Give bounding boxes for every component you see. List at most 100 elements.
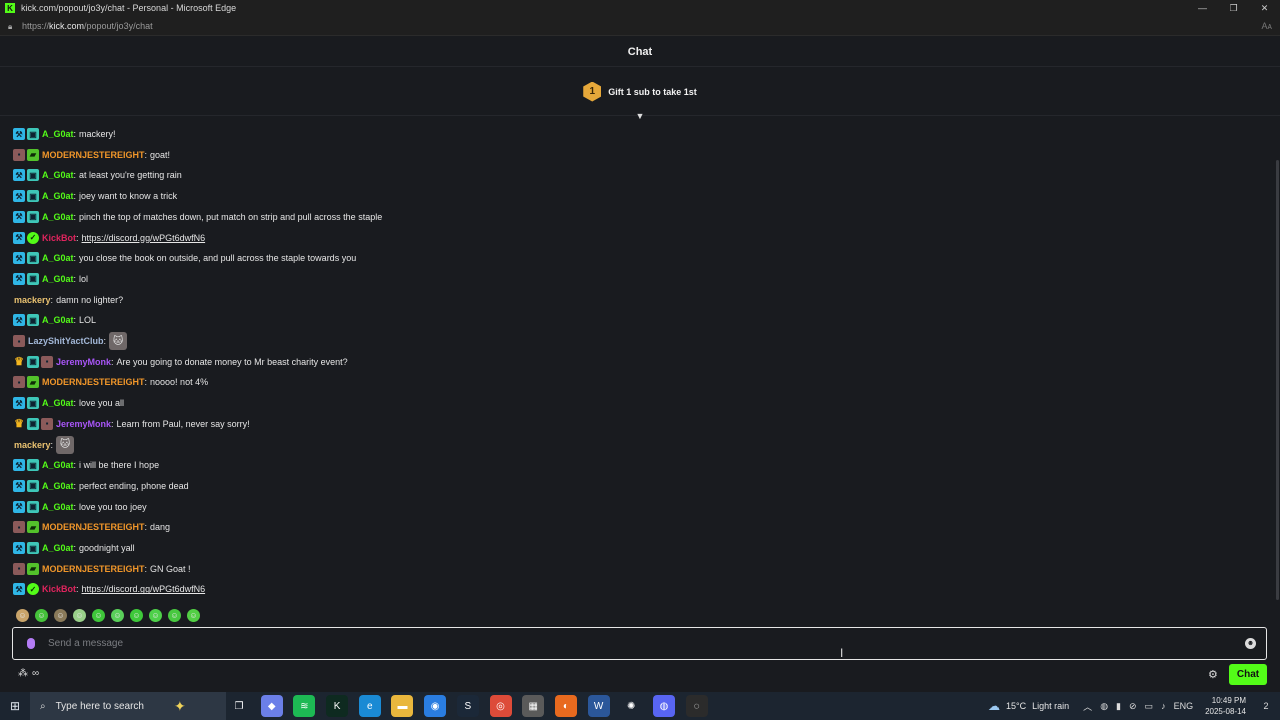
chat-username[interactable]: KickBot xyxy=(42,233,76,243)
chat-username[interactable]: mackery xyxy=(14,440,51,450)
subscriber-badge-icon[interactable]: ▣ xyxy=(27,542,39,554)
chat-username[interactable]: A_G0at xyxy=(42,274,74,284)
minimize-icon[interactable]: — xyxy=(1187,0,1218,16)
taskbar-clock[interactable]: 10:49 PM 2025-08-14 xyxy=(1205,695,1246,717)
chat-username[interactable]: MODERNJESTEREIGHT xyxy=(42,150,145,160)
chat-message[interactable]: ⚒ ▣ A_G0at: perfect ending, phone dead xyxy=(13,477,189,495)
gift-sub-banner[interactable]: 1 Gift 1 sub to take 1st xyxy=(0,68,1280,116)
emote-1-icon[interactable]: ☺ xyxy=(16,609,29,622)
chat-message[interactable]: ▪ LazyShitYactClub: 🐱︎ xyxy=(13,332,128,350)
chat-username[interactable]: A_G0at xyxy=(42,502,74,512)
moderator-badge-icon[interactable]: ⚒ xyxy=(13,169,25,182)
moderator-badge-icon[interactable]: ⚒ xyxy=(13,397,25,410)
message-input[interactable] xyxy=(48,634,1208,653)
moderator-badge-icon[interactable]: ⚒ xyxy=(13,190,25,203)
chat-message[interactable]: ⚒ ✓ KickBot: https://discord.gg/wPGt6dwfN6 xyxy=(13,229,205,247)
chat-username[interactable]: MODERNJESTEREIGHT xyxy=(42,522,145,532)
chat-message[interactable]: ▪ ▰ MODERNJESTEREIGHT: GN Goat ! xyxy=(13,560,191,578)
word-icon[interactable]: W xyxy=(587,695,610,717)
verified-badge-icon[interactable]: ✓ xyxy=(27,583,39,596)
chat-username[interactable]: A_G0at xyxy=(42,543,74,553)
chat-username[interactable]: MODERNJESTEREIGHT xyxy=(42,377,145,387)
chat-message[interactable]: ▪ ▰ MODERNJESTEREIGHT: noooo! not 4% xyxy=(13,373,208,391)
chat-message-link[interactable]: https://discord.gg/wPGt6dwfN6 xyxy=(82,584,206,594)
chat-username[interactable]: JeremyMonk xyxy=(56,357,111,367)
chat-username[interactable]: A_G0at xyxy=(42,460,74,470)
subscriber-badge-icon[interactable]: ▣ xyxy=(27,479,39,492)
chat-message[interactable]: ♛ ▣ ▪ JeremyMonk: Learn from Paul, never say… xyxy=(13,415,250,433)
weather-widget[interactable]: ☁ 15°C Light rain xyxy=(988,699,1069,713)
chat-username[interactable]: KickBot xyxy=(42,584,76,594)
chat-message[interactable]: ⚒ ▣ A_G0at: LOL xyxy=(13,311,96,329)
chat-message[interactable]: mackery: 🐱︎ xyxy=(13,435,75,454)
moderator-badge-icon[interactable]: ⚒ xyxy=(13,272,25,285)
chat-message[interactable]: mackery: damn no lighter? xyxy=(13,291,123,309)
subscriber-badge-icon[interactable]: ▣ xyxy=(27,190,39,203)
task-view-icon[interactable]: ❐ xyxy=(228,695,250,717)
green-badge-icon[interactable]: ▰ xyxy=(27,376,39,389)
chat-username[interactable]: JeremyMonk xyxy=(56,419,111,429)
moderator-badge-icon[interactable]: ⚒ xyxy=(13,583,25,596)
tray-network-off-icon[interactable]: ⊘ xyxy=(1129,701,1137,712)
volume-icon[interactable]: ♪ xyxy=(1161,701,1166,711)
settings-gear-icon[interactable]: ⚙ xyxy=(1208,668,1218,681)
emoji-picker-icon[interactable]: ☻ xyxy=(1245,638,1256,649)
edge-icon[interactable]: e xyxy=(358,695,381,717)
subscriber-badge-icon[interactable]: ▣ xyxy=(27,397,39,410)
infinity-icon[interactable]: ∞ xyxy=(32,668,39,679)
emote-4-icon[interactable]: ☺ xyxy=(73,609,86,622)
cat-emote-icon[interactable]: 🐱︎ xyxy=(109,332,128,350)
chevron-up-icon[interactable]: ︿ xyxy=(1083,700,1092,713)
chat-message[interactable]: ⚒ ▣ A_G0at: you close the book on outside, … xyxy=(13,249,356,267)
emote-7-icon[interactable]: ☺ xyxy=(130,609,143,622)
file-explorer-icon[interactable]: ▬ xyxy=(391,695,414,717)
cat-emote-icon[interactable]: 🐱︎ xyxy=(56,435,75,454)
chat-username[interactable]: A_G0at xyxy=(42,398,74,408)
tray-display-icon[interactable]: ▭ xyxy=(1145,701,1154,712)
steam-icon[interactable]: S xyxy=(456,695,479,717)
emote-8-icon[interactable]: ☺ xyxy=(149,609,162,622)
moderator-badge-icon[interactable]: ⚒ xyxy=(13,479,25,492)
crown-badge-icon[interactable]: ♛ xyxy=(13,418,25,430)
chat-message[interactable]: ▪ ▰ MODERNJESTEREIGHT: goat! xyxy=(13,146,170,164)
moderator-badge-icon[interactable]: ⚒ xyxy=(13,459,25,472)
subscriber-badge-icon[interactable]: ▣ xyxy=(27,210,39,223)
moderator-badge-icon[interactable]: ⚒ xyxy=(13,542,25,554)
microphone-icon[interactable] xyxy=(27,638,35,649)
chat-username[interactable]: A_G0at xyxy=(42,170,74,180)
message-input-box[interactable]: ☻ xyxy=(12,627,1267,660)
og-badge-icon[interactable]: ▪ xyxy=(41,417,53,430)
pinned-toggle-icon[interactable]: ▼ xyxy=(634,111,646,121)
moderator-badge-icon[interactable]: ⚒ xyxy=(13,128,25,140)
chat-scrollbar[interactable] xyxy=(1276,160,1279,600)
language-indicator[interactable]: ENG xyxy=(1174,701,1194,711)
subscriber-badge-icon[interactable]: ▣ xyxy=(27,417,39,430)
windows-start-icon[interactable]: ⊞ xyxy=(0,692,30,720)
subscriber-badge-icon[interactable]: ▣ xyxy=(27,314,39,327)
chat-username[interactable]: A_G0at xyxy=(42,212,74,222)
address-bar[interactable]: 🔒︎ https://kick.com/popout/jo3y/chat Aᴀ xyxy=(0,16,1280,36)
verified-badge-icon[interactable]: ✓ xyxy=(27,231,39,244)
chat-username[interactable]: A_G0at xyxy=(42,315,74,325)
chat-username[interactable]: mackery xyxy=(14,295,51,305)
green-badge-icon[interactable]: ▰ xyxy=(27,148,39,161)
og-badge-icon[interactable]: ▪ xyxy=(13,376,25,389)
emote-3-icon[interactable]: ☺ xyxy=(54,609,67,622)
chat-username[interactable]: A_G0at xyxy=(42,253,74,263)
subscriber-badge-icon[interactable]: ▣ xyxy=(27,252,39,265)
chat-username[interactable]: LazyShitYactClub xyxy=(28,336,104,346)
subscriber-badge-icon[interactable]: ▣ xyxy=(27,459,39,472)
crown-badge-icon[interactable]: ♛ xyxy=(13,356,25,368)
og-badge-icon[interactable]: ▪ xyxy=(13,335,25,347)
url-text[interactable]: https://kick.com/popout/jo3y/chat xyxy=(22,21,153,31)
moderator-badge-icon[interactable]: ⚒ xyxy=(13,231,25,244)
chat-message[interactable]: ♛ ▣ ▪ JeremyMonk: Are you going to donate mo… xyxy=(13,353,348,371)
emote-10-icon[interactable]: ☺ xyxy=(187,609,200,622)
tray-app-icon[interactable]: ◍ xyxy=(1100,701,1108,712)
chat-message[interactable]: ⚒ ▣ A_G0at: pinch the top of matches down, … xyxy=(13,208,382,226)
read-aloud-icon[interactable]: Aᴀ xyxy=(1262,21,1272,31)
calculator-icon[interactable]: ▦ xyxy=(522,695,545,717)
chat-message[interactable]: ⚒ ▣ A_G0at: i will be there I hope xyxy=(13,456,159,474)
chat-message[interactable]: ⚒ ▣ A_G0at: joey want to know a trick xyxy=(13,187,177,205)
subscriber-badge-icon[interactable]: ▣ xyxy=(27,500,39,513)
